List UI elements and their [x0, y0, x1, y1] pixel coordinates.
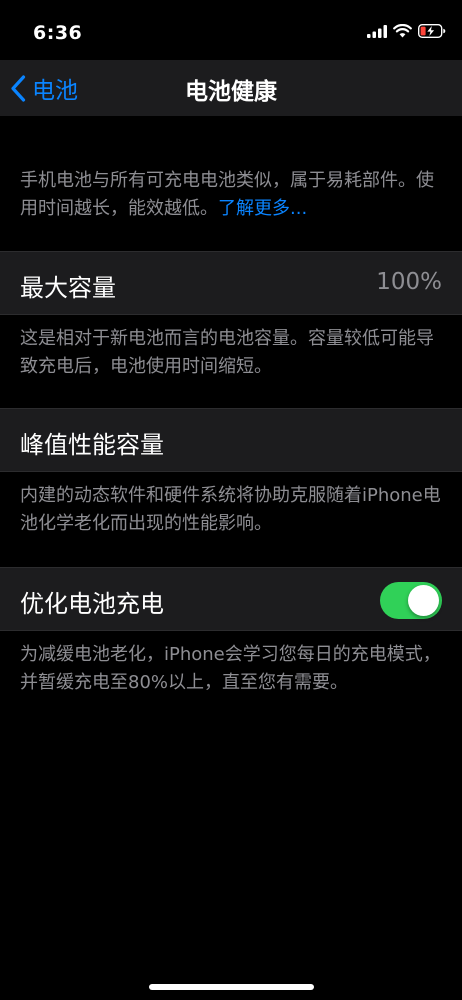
- max-capacity-footer: 这是相对于新电池而言的电池容量。容量较低可能导致充电后，电池使用时间缩短。: [20, 328, 434, 377]
- cellular-signal-icon: [367, 24, 387, 38]
- status-time: 6:36: [33, 22, 83, 44]
- optimized-charging-label: 优化电池充电: [20, 590, 164, 618]
- optimized-charging-cell: 优化电池充电: [0, 567, 462, 631]
- peak-performance-cell: 峰值性能容量: [0, 408, 462, 472]
- max-capacity-value: 100%: [376, 269, 442, 295]
- max-capacity-cell: 最大容量 100%: [0, 251, 462, 315]
- optimized-charging-toggle[interactable]: [380, 582, 442, 619]
- battery-charging-icon: [418, 24, 446, 38]
- navigation-bar: 电池 电池健康: [0, 60, 462, 116]
- page-title: 电池健康: [185, 79, 277, 105]
- peak-performance-label: 峰值性能容量: [20, 431, 164, 459]
- learn-more-link[interactable]: 了解更多...: [218, 198, 307, 219]
- home-indicator: [149, 984, 314, 990]
- status-bar: 6:36: [0, 0, 462, 60]
- peak-performance-footer: 内建的动态软件和硬件系统将协助克服随着iPhone电池化学老化而出现的性能影响。: [20, 485, 441, 534]
- max-capacity-label: 最大容量: [20, 274, 116, 302]
- optimized-charging-footer: 为减缓电池老化，iPhone会学习您每日的充电模式，并暂缓充电至80%以上，直至…: [20, 644, 441, 693]
- intro-text: 手机电池与所有可充电电池类似，属于易耗部件。使用时间越长，能效越低。了解更多..…: [20, 167, 445, 223]
- toggle-knob: [408, 585, 439, 616]
- status-icons: [367, 24, 446, 38]
- wifi-icon: [393, 24, 412, 38]
